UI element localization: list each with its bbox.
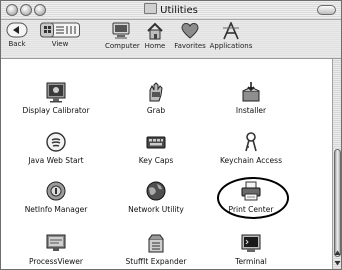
app-label: StuffIt Expander	[125, 257, 187, 266]
folder-icon	[144, 3, 158, 14]
toolbar: Back View Computer Home Favorites Applic…	[1, 20, 341, 59]
applications-icon	[223, 22, 239, 40]
app-label: Network Utility	[128, 205, 184, 214]
installer-icon	[242, 82, 260, 102]
view-mode-icon	[40, 22, 80, 38]
home-label: Home	[144, 42, 166, 50]
back-arrow-icon	[6, 22, 28, 38]
computer-label: Computer	[105, 42, 140, 50]
netinfo-icon	[46, 181, 66, 201]
favorites-label: Favorites	[174, 42, 206, 50]
applications-button[interactable]: Applications	[209, 22, 253, 50]
app-label: NetInfo Manager	[24, 205, 88, 214]
app-item-terminal[interactable]: Terminal	[201, 232, 301, 266]
app-item-display-calibrator[interactable]: Display Calibrator	[6, 81, 106, 115]
app-item-stuffit-expander[interactable]: StuffIt Expander	[106, 232, 206, 266]
keyboard-icon	[146, 136, 166, 149]
file-browser-area: Display Calibrator Grab Installer Java W…	[1, 59, 331, 269]
scroll-up-arrow-icon[interactable]	[334, 249, 341, 257]
app-item-key-caps[interactable]: Key Caps	[106, 131, 206, 165]
app-label: Key Caps	[138, 156, 174, 165]
app-item-keychain-access[interactable]: Keychain Access	[201, 131, 301, 165]
heart-icon	[181, 22, 199, 39]
title-bar[interactable]: Utilities	[1, 1, 341, 20]
app-item-grab[interactable]: Grab	[106, 81, 206, 115]
toolbar-toggle-button[interactable]	[317, 5, 336, 15]
view-label: View	[51, 40, 69, 48]
java-icon	[46, 132, 66, 152]
app-item-processviewer[interactable]: ProcessViewer	[6, 232, 106, 266]
app-item-network-utility[interactable]: Network Utility	[106, 180, 206, 214]
keychain-icon	[245, 132, 257, 152]
app-label: Installer	[235, 106, 267, 115]
vertical-scrollbar[interactable]	[332, 59, 341, 269]
process-viewer-icon	[46, 234, 66, 251]
scroll-thumb[interactable]	[334, 149, 341, 257]
terminal-icon	[241, 234, 261, 252]
home-icon	[147, 22, 163, 40]
view-button[interactable]: View	[39, 22, 81, 48]
back-button[interactable]: Back	[5, 22, 29, 48]
display-calibrator-icon	[46, 82, 66, 103]
window-title: Utilities	[160, 5, 198, 16]
app-label: Grab	[146, 106, 166, 115]
favorites-button[interactable]: Favorites	[173, 22, 207, 50]
highlight-circle	[217, 177, 289, 219]
app-label: ProcessViewer	[29, 257, 83, 266]
grab-icon	[149, 82, 163, 102]
computer-button[interactable]: Computer	[105, 22, 140, 50]
globe-icon	[146, 181, 166, 201]
app-item-netinfo-manager[interactable]: NetInfo Manager	[6, 180, 106, 214]
app-label: Keychain Access	[220, 156, 282, 165]
app-label: Terminal	[235, 257, 267, 266]
app-item-installer[interactable]: Installer	[201, 81, 301, 115]
finder-window: Utilities Back View Computer Home Favori…	[0, 0, 342, 270]
home-button[interactable]: Home	[143, 22, 167, 50]
scroll-down-arrow-icon[interactable]	[334, 259, 341, 267]
app-label: Java Web Start	[28, 156, 84, 165]
computer-icon	[112, 22, 130, 39]
applications-label: Applications	[209, 42, 253, 50]
app-item-java-web-start[interactable]: Java Web Start	[6, 131, 106, 165]
back-label: Back	[8, 40, 26, 48]
app-label: Display Calibrator	[22, 106, 90, 115]
stuffit-icon	[148, 234, 164, 253]
